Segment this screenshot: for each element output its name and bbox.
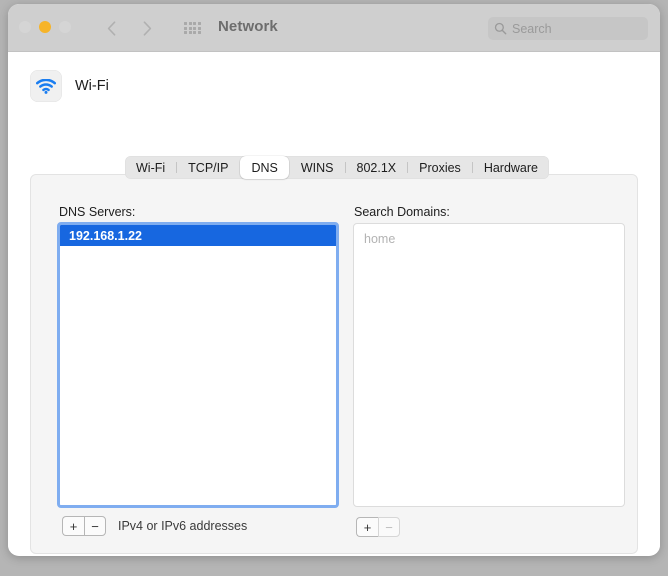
search-input[interactable] bbox=[512, 21, 632, 36]
navigation-buttons bbox=[100, 16, 158, 40]
window-titlebar: Network bbox=[8, 4, 660, 52]
add-search-domain-button[interactable]: + bbox=[356, 517, 378, 537]
tab-wins[interactable]: WINS bbox=[290, 156, 345, 179]
remove-dns-server-button[interactable]: − bbox=[84, 516, 106, 536]
show-all-grid-icon[interactable] bbox=[184, 22, 201, 35]
tab-tcpip[interactable]: TCP/IP bbox=[177, 156, 239, 179]
dns-server-row[interactable]: 192.168.1.22 bbox=[60, 225, 336, 246]
network-preferences-window: Network Wi-Fi Wi-Fi bbox=[8, 4, 660, 556]
service-name-label: Wi-Fi bbox=[75, 78, 109, 94]
traffic-light-buttons bbox=[19, 21, 71, 33]
window-title: Network bbox=[218, 18, 278, 35]
search-domains-list[interactable]: home bbox=[353, 223, 625, 507]
dns-servers-label: DNS Servers: bbox=[59, 205, 136, 219]
search-field[interactable] bbox=[488, 17, 648, 40]
zoom-window-button[interactable] bbox=[59, 21, 71, 33]
back-button[interactable] bbox=[100, 16, 122, 40]
preferences-tab-bar: Wi-Fi TCP/IP DNS WINS 802.1X Proxies Har… bbox=[125, 156, 549, 179]
dns-servers-list[interactable]: 192.168.1.22 bbox=[57, 222, 339, 508]
search-domains-label: Search Domains: bbox=[354, 205, 450, 219]
service-header: Wi-Fi bbox=[30, 70, 109, 102]
dns-servers-add-remove-controls: + − bbox=[62, 516, 106, 536]
search-icon bbox=[494, 22, 507, 35]
tab-8021x[interactable]: 802.1X bbox=[346, 156, 408, 179]
search-domains-add-remove-controls: + − bbox=[356, 517, 400, 537]
search-domains-placeholder: home bbox=[364, 232, 396, 246]
dns-servers-hint: IPv4 or IPv6 addresses bbox=[118, 519, 248, 533]
remove-search-domain-button[interactable]: − bbox=[378, 517, 400, 537]
minimize-window-button[interactable] bbox=[39, 21, 51, 33]
tab-hardware[interactable]: Hardware bbox=[473, 156, 549, 179]
window-body: Wi-Fi Wi-Fi TCP/IP DNS WINS 802.1X Proxi… bbox=[8, 52, 660, 555]
tab-proxies[interactable]: Proxies bbox=[408, 156, 472, 179]
tab-dns[interactable]: DNS bbox=[240, 156, 289, 179]
forward-button[interactable] bbox=[136, 16, 158, 40]
add-dns-server-button[interactable]: + bbox=[62, 516, 84, 536]
wifi-icon bbox=[30, 70, 62, 102]
close-window-button[interactable] bbox=[19, 21, 31, 33]
tab-wifi[interactable]: Wi-Fi bbox=[125, 156, 176, 179]
